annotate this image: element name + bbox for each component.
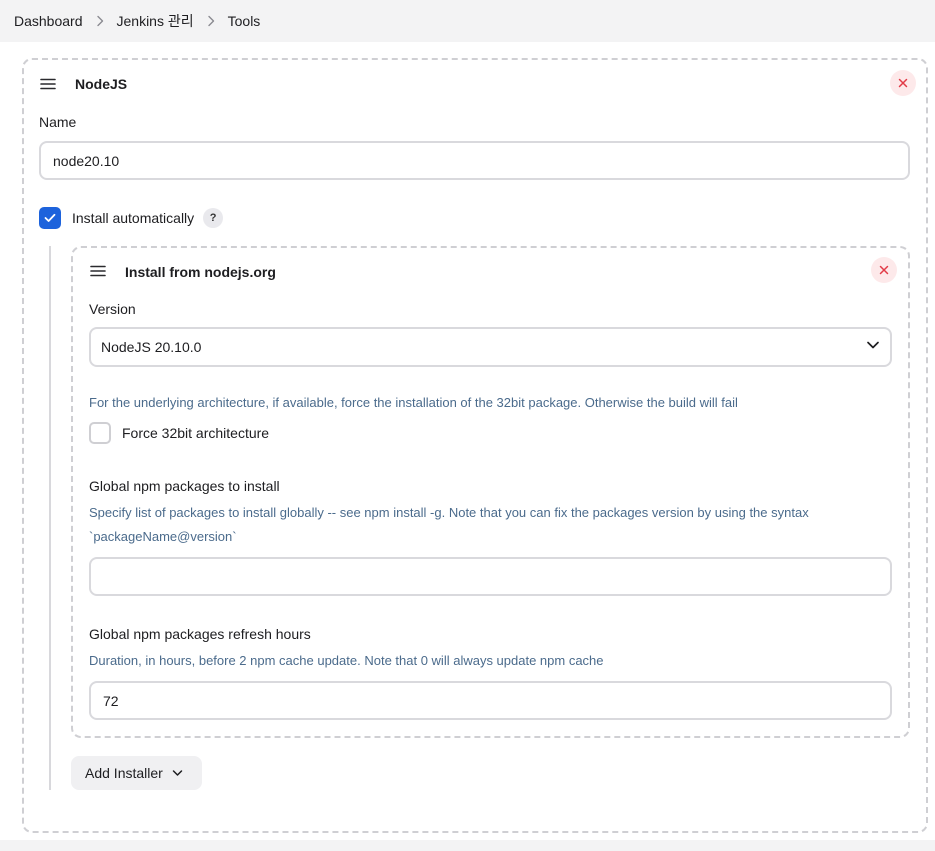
breadcrumb: Dashboard Jenkins 관리 Tools [0, 0, 935, 42]
npm-packages-label: Global npm packages to install [89, 478, 280, 494]
chevron-right-icon [96, 15, 104, 27]
breadcrumb-dashboard[interactable]: Dashboard [14, 11, 83, 31]
force32-description: For the underlying architecture, if avai… [89, 395, 738, 410]
chevron-right-icon [207, 15, 215, 27]
refresh-hours-input[interactable] [89, 681, 892, 720]
drag-handle-icon[interactable] [90, 265, 106, 277]
npm-packages-input[interactable] [89, 557, 892, 596]
refresh-hours-description: Duration, in hours, before 2 npm cache u… [89, 653, 604, 668]
force32-checkbox[interactable] [89, 422, 111, 444]
name-input[interactable] [39, 141, 910, 180]
breadcrumb-tools[interactable]: Tools [228, 11, 261, 31]
add-installer-label: Add Installer [85, 765, 163, 781]
add-installer-button[interactable]: Add Installer [71, 756, 202, 790]
install-automatically-label[interactable]: Install automatically [72, 208, 194, 228]
help-icon[interactable]: ? [203, 208, 224, 228]
close-icon [879, 265, 889, 275]
version-select-wrapper: NodeJS 20.10.0 [89, 327, 892, 367]
install-automatically-checkbox[interactable] [39, 207, 61, 229]
force32-label[interactable]: Force 32bit architecture [122, 423, 269, 443]
drag-handle-icon[interactable] [40, 78, 56, 90]
installer-title: Install from nodejs.org [125, 264, 276, 280]
check-icon [44, 213, 56, 222]
refresh-hours-label: Global npm packages refresh hours [89, 626, 311, 642]
installer-nesting-line [49, 246, 51, 790]
tool-title: NodeJS [75, 76, 128, 92]
breadcrumb-jenkins-manage[interactable]: Jenkins 관리 [117, 11, 194, 31]
version-select[interactable]: NodeJS 20.10.0 [89, 327, 892, 367]
installer-card: Install from nodejs.org Version NodeJS 2… [71, 246, 910, 738]
version-label: Version [89, 301, 136, 317]
delete-tool-button[interactable] [890, 70, 916, 96]
close-icon [898, 78, 908, 88]
name-label: Name [39, 114, 77, 130]
chevron-down-icon [172, 770, 183, 776]
npm-packages-description: Specify list of packages to install glob… [89, 505, 809, 544]
nodejs-tool-card: NodeJS Name Install automatically ? Inst… [22, 58, 928, 833]
delete-installer-button[interactable] [871, 257, 897, 283]
install-automatically-row: Install automatically ? [72, 207, 224, 229]
